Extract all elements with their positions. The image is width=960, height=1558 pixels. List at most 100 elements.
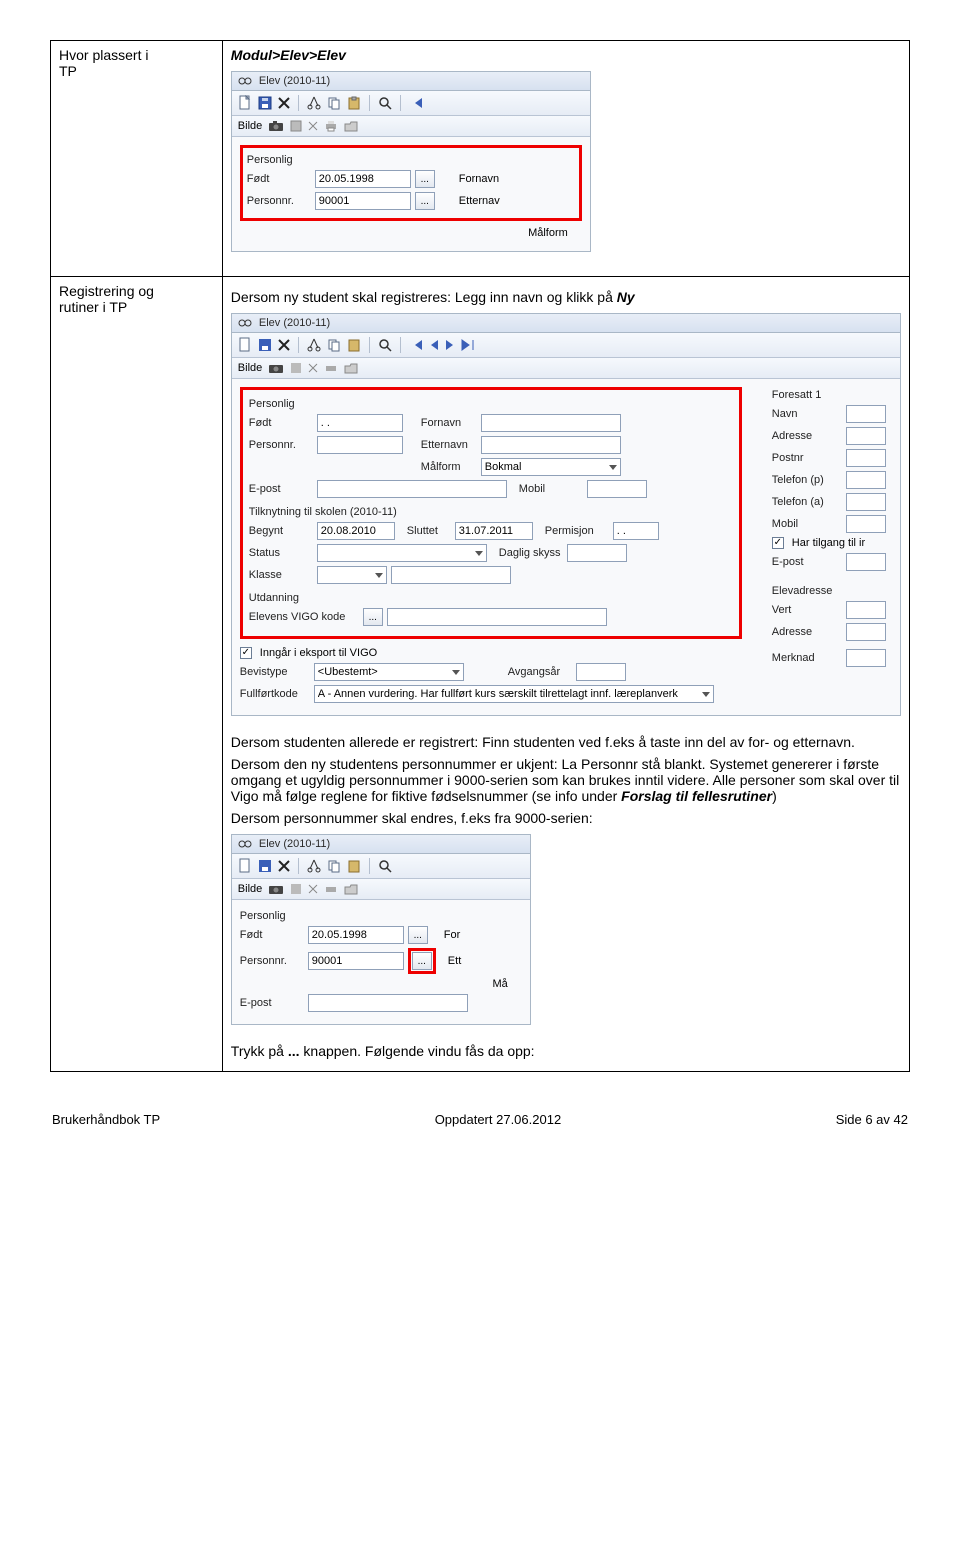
open-icon[interactable]	[344, 363, 358, 374]
personnr-browse[interactable]: ...	[412, 952, 432, 970]
postnr-input[interactable]	[846, 449, 886, 467]
open-icon[interactable]	[344, 121, 358, 132]
fodt-browse[interactable]: ...	[408, 926, 428, 944]
fullfort-combo[interactable]: A - Annen vurdering. Har fullført kurs s…	[314, 685, 714, 703]
mobil-input[interactable]	[846, 515, 886, 533]
fodt-label: Født	[249, 417, 313, 429]
delete-icon[interactable]	[278, 860, 290, 872]
mobil-input[interactable]	[587, 480, 647, 498]
new-file-icon[interactable]	[238, 858, 252, 874]
delete-icon[interactable]	[308, 884, 318, 894]
navn-input[interactable]	[846, 405, 886, 423]
cut-icon[interactable]	[307, 96, 321, 110]
first-icon[interactable]	[409, 339, 423, 351]
search-icon[interactable]	[378, 338, 392, 352]
personnr-browse[interactable]: ...	[415, 192, 435, 210]
main-table: Hvor plassert i TP Modul>Elev>Elev Elev …	[50, 40, 910, 1072]
begynt-input[interactable]	[317, 522, 395, 540]
para-4: Dersom personnummer skal endres, f.eks f…	[231, 810, 901, 826]
malform-combo[interactable]: Bokmal	[481, 458, 621, 476]
save-icon[interactable]	[258, 96, 272, 110]
vigo-export-checkbox[interactable]: ✓	[240, 647, 252, 659]
sluttet-input[interactable]	[455, 522, 533, 540]
etternavn-input[interactable]	[481, 436, 621, 454]
bilde-label: Bilde	[238, 883, 262, 895]
permisjon-input[interactable]	[613, 522, 659, 540]
subtoolbar: Bilde	[232, 879, 530, 900]
print-icon[interactable]	[324, 362, 338, 374]
delete-icon[interactable]	[308, 121, 318, 131]
telefonp-input[interactable]	[846, 471, 886, 489]
chevron-down-icon	[702, 692, 710, 697]
print-icon[interactable]	[324, 883, 338, 895]
registration-label: Registrering og rutiner i TP	[59, 283, 154, 315]
epost-input[interactable]	[308, 994, 468, 1012]
adresse-input[interactable]	[846, 427, 886, 445]
vigo-input[interactable]	[387, 608, 607, 626]
fodt-input[interactable]	[315, 170, 411, 188]
bevistype-combo[interactable]: <Ubestemt>	[314, 663, 464, 681]
highlight-box: Personlig Født ... Fornavn Personnr. ...…	[240, 145, 582, 221]
save-icon[interactable]	[290, 883, 302, 895]
har-tilgang-checkbox[interactable]: ✓	[772, 537, 784, 549]
form-body: Personlig Født Fornavn Personnr.	[232, 379, 900, 715]
footer-right: Side 6 av 42	[836, 1112, 908, 1127]
fodt-input[interactable]	[308, 926, 404, 944]
search-icon[interactable]	[378, 96, 392, 110]
klasse-extra[interactable]	[391, 566, 511, 584]
open-icon[interactable]	[344, 884, 358, 895]
personnr-input[interactable]	[315, 192, 411, 210]
save-icon[interactable]	[258, 859, 272, 873]
paste-icon[interactable]	[347, 859, 361, 873]
vert-label: Vert	[772, 604, 842, 616]
telefona-input[interactable]	[846, 493, 886, 511]
avgangsar-input[interactable]	[576, 663, 626, 681]
next-icon[interactable]	[445, 339, 455, 351]
new-file-icon[interactable]	[238, 337, 252, 353]
save-icon[interactable]	[290, 362, 302, 374]
camera-icon[interactable]	[268, 883, 284, 895]
window-title: Elev (2010-11)	[232, 314, 900, 333]
save-icon[interactable]	[258, 338, 272, 352]
delete-icon[interactable]	[308, 363, 318, 373]
module-path: Modul>Elev>Elev	[231, 47, 346, 63]
merknad-input[interactable]	[846, 649, 886, 667]
paste-icon[interactable]	[347, 338, 361, 352]
glasses-icon	[238, 318, 252, 328]
print-icon[interactable]	[324, 120, 338, 132]
foresatt-group: Foresatt 1	[772, 389, 892, 401]
status-combo[interactable]	[317, 544, 487, 562]
camera-icon[interactable]	[268, 120, 284, 132]
adresse2-input[interactable]	[846, 623, 886, 641]
save-icon[interactable]	[290, 120, 302, 132]
window-title: Elev (2010-11)	[232, 72, 590, 91]
first-icon[interactable]	[409, 97, 423, 109]
new-file-icon[interactable]	[238, 95, 252, 111]
camera-icon[interactable]	[268, 362, 284, 374]
separator	[369, 95, 370, 111]
epost-input[interactable]	[317, 480, 507, 498]
vert-input[interactable]	[846, 601, 886, 619]
last-icon[interactable]	[461, 339, 475, 351]
delete-icon[interactable]	[278, 339, 290, 351]
daglig-input[interactable]	[567, 544, 627, 562]
delete-icon[interactable]	[278, 97, 290, 109]
utdanning-group: Utdanning	[249, 592, 733, 604]
paste-icon[interactable]	[347, 96, 361, 110]
fodt-input[interactable]	[317, 414, 403, 432]
fodt-browse[interactable]: ...	[415, 170, 435, 188]
copy-icon[interactable]	[327, 96, 341, 110]
fornavn-input[interactable]	[481, 414, 621, 432]
copy-icon[interactable]	[327, 338, 341, 352]
epost-input[interactable]	[846, 553, 886, 571]
vigo-browse[interactable]: ...	[363, 608, 383, 626]
search-icon[interactable]	[378, 859, 392, 873]
prev-icon[interactable]	[429, 339, 439, 351]
personnr-input[interactable]	[308, 952, 404, 970]
avgangsar-label: Avgangsår	[508, 666, 572, 678]
klasse-combo[interactable]	[317, 566, 387, 584]
cut-icon[interactable]	[307, 859, 321, 873]
cut-icon[interactable]	[307, 338, 321, 352]
personnr-input[interactable]	[317, 436, 403, 454]
copy-icon[interactable]	[327, 859, 341, 873]
